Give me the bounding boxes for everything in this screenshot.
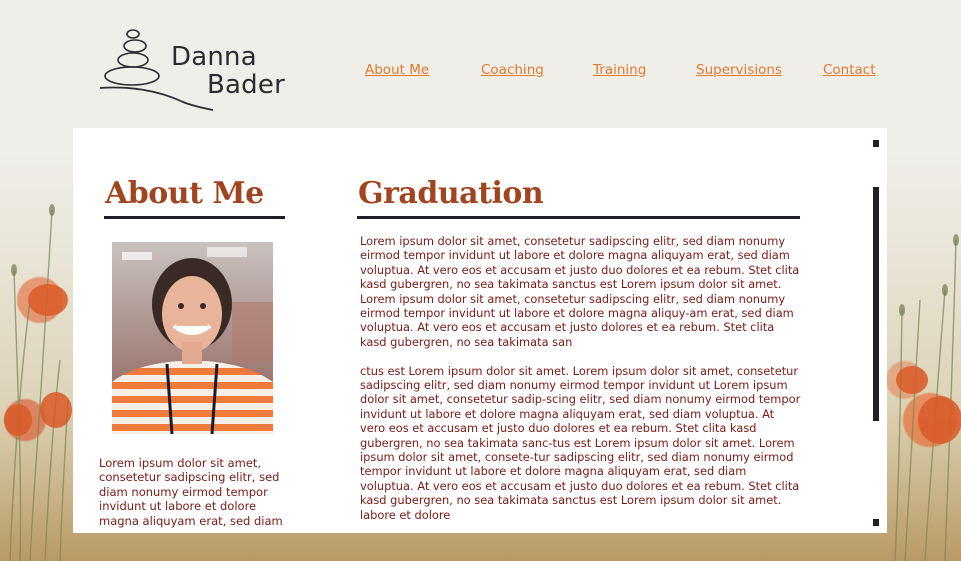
- main-navigation: About Me Coaching Training Supervisions …: [0, 62, 961, 82]
- graduation-paragraph-1: Lorem ipsum dolor sit amet, consetetur s…: [360, 234, 800, 349]
- nav-link-about-me[interactable]: About Me: [365, 62, 429, 78]
- nav-link-training[interactable]: Training: [593, 62, 646, 78]
- scrollbar-thumb[interactable]: [873, 187, 879, 421]
- graduation-heading: Graduation: [358, 176, 544, 211]
- scrollbar-top-cap[interactable]: [873, 140, 879, 147]
- scrollbar-bottom-cap[interactable]: [873, 519, 879, 526]
- graduation-text: Lorem ipsum dolor sit amet, consetetur s…: [360, 234, 802, 533]
- site-header: Danna Bader About Me Coaching Training S…: [0, 0, 961, 128]
- nav-link-supervisions[interactable]: Supervisions: [696, 62, 782, 78]
- profile-photo: [112, 242, 273, 434]
- nav-link-contact[interactable]: Contact: [823, 62, 876, 78]
- graduation-paragraph-2: ctus est Lorem ipsum dolor sit amet. Lor…: [360, 363, 801, 522]
- about-me-text: Lorem ipsum dolor sit amet, consetetur s…: [99, 456, 283, 528]
- nav-link-coaching[interactable]: Coaching: [481, 62, 544, 78]
- about-me-divider: [104, 216, 285, 219]
- content-panel: About Me Lorem ipsum dolor sit amet, con…: [73, 128, 887, 533]
- graduation-divider: [357, 216, 800, 219]
- about-me-heading: About Me: [105, 176, 264, 211]
